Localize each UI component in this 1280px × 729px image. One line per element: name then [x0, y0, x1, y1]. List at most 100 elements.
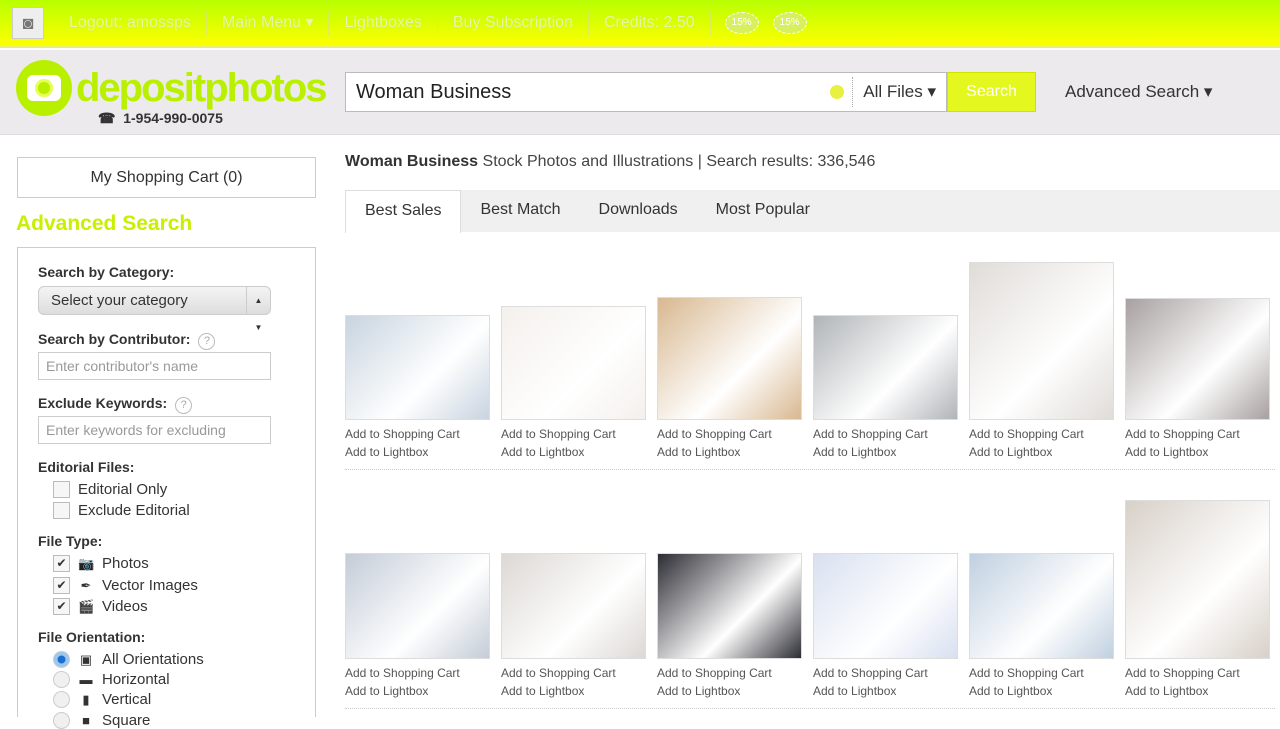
photo-actions: Add to Shopping Cart Add to Lightbox [1125, 664, 1270, 700]
photo-actions: Add to Shopping Cart Add to Lightbox [501, 664, 646, 700]
clapper-icon: 🎬 [78, 598, 95, 614]
add-to-cart-link[interactable]: Add to Shopping Cart [813, 425, 958, 443]
add-to-cart-link[interactable]: Add to Shopping Cart [1125, 425, 1270, 443]
photo-actions: Add to Shopping Cart Add to Lightbox [345, 664, 490, 700]
file-type-dropdown[interactable]: All Files ▾ [852, 77, 946, 107]
phone-number: ☎ 1-954-990-0075 [98, 110, 223, 126]
stock-photo-thumbnail[interactable] [657, 297, 802, 420]
top-bar: ◙ Logout: amossps Main Menu ▾ Lightboxes… [0, 0, 1280, 48]
category-select[interactable]: Select your category ▲ ▼ [38, 286, 271, 332]
credits: Credits: 2.50 [589, 11, 711, 35]
photo-actions: Add to Shopping Cart Add to Lightbox [1125, 425, 1270, 461]
add-to-cart-link[interactable]: Add to Shopping Cart [1125, 664, 1270, 682]
camera-logo-icon [16, 60, 72, 116]
tab-best-sales[interactable]: Best Sales [345, 190, 462, 233]
stock-photo-thumbnail[interactable] [345, 315, 490, 420]
exclude-keywords-input[interactable]: Enter keywords for excluding [38, 416, 271, 444]
add-to-cart-link[interactable]: Add to Shopping Cart [813, 664, 958, 682]
logout-link[interactable]: Logout: amossps [54, 11, 207, 35]
stock-photo-thumbnail[interactable] [813, 315, 958, 420]
add-to-cart-link[interactable]: Add to Shopping Cart [501, 425, 646, 443]
stock-photo-thumbnail[interactable] [1125, 500, 1270, 659]
stock-photo-thumbnail[interactable] [969, 262, 1114, 420]
all-orient-icon: ▣ [79, 651, 93, 667]
discount-badge[interactable]: 15% [772, 12, 807, 34]
help-icon[interactable]: ? [175, 397, 193, 414]
advanced-search-panel: Search by Category: Select your category… [17, 247, 316, 729]
photos-checkbox[interactable]: ✔ 📷 Photos [53, 555, 149, 572]
phone-icon: ☎ [98, 110, 116, 126]
add-to-lightbox-link[interactable]: Add to Lightbox [657, 682, 802, 700]
editorial-label: Editorial Files: [38, 459, 135, 475]
home-icon[interactable]: ◙ [12, 7, 44, 39]
logo[interactable]: depositphotos [16, 60, 328, 116]
photo-actions: Add to Shopping Cart Add to Lightbox [813, 425, 958, 461]
search-input[interactable]: Woman Business All Files ▾ [345, 72, 947, 112]
contributor-input[interactable]: Enter contributor's name [38, 352, 271, 380]
add-to-cart-link[interactable]: Add to Shopping Cart [969, 425, 1114, 443]
add-to-lightbox-link[interactable]: Add to Lightbox [813, 443, 958, 461]
discount-badge[interactable]: 15% [724, 12, 759, 34]
add-to-cart-link[interactable]: Add to Shopping Cart [657, 664, 802, 682]
advanced-search-dropdown[interactable]: Advanced Search ▾ [1065, 82, 1212, 102]
add-to-lightbox-link[interactable]: Add to Lightbox [501, 443, 646, 461]
file-type-label: File Type: [38, 533, 103, 549]
stock-photo-thumbnail[interactable] [1125, 298, 1270, 420]
add-to-lightbox-link[interactable]: Add to Lightbox [1125, 682, 1270, 700]
videos-checkbox[interactable]: ✔ 🎬 Videos [53, 598, 148, 615]
add-to-cart-link[interactable]: Add to Shopping Cart [969, 664, 1114, 682]
add-to-lightbox-link[interactable]: Add to Lightbox [969, 682, 1114, 700]
results-title: Woman Business Stock Photos and Illustra… [345, 153, 876, 170]
orientation-label: File Orientation: [38, 629, 146, 645]
photo-actions: Add to Shopping Cart Add to Lightbox [345, 425, 490, 461]
square-radio[interactable]: ■ Square [53, 711, 150, 729]
add-to-lightbox-link[interactable]: Add to Lightbox [345, 682, 490, 700]
row-divider [345, 708, 1275, 709]
stock-photo-thumbnail[interactable] [657, 553, 802, 659]
add-to-cart-link[interactable]: Add to Shopping Cart [501, 664, 646, 682]
help-icon[interactable]: ? [198, 333, 216, 350]
horizontal-icon: ▬ [79, 672, 93, 687]
search-button[interactable]: Search [947, 72, 1036, 112]
editorial-only-checkbox[interactable]: Editorial Only [53, 481, 167, 498]
tab-downloads[interactable]: Downloads [580, 190, 697, 232]
advanced-search-title: Advanced Search [16, 212, 193, 235]
lightboxes-link[interactable]: Lightboxes [329, 11, 438, 35]
add-to-lightbox-link[interactable]: Add to Lightbox [813, 682, 958, 700]
photo-actions: Add to Shopping Cart Add to Lightbox [501, 425, 646, 461]
exclude-editorial-checkbox[interactable]: Exclude Editorial [53, 502, 190, 519]
add-to-lightbox-link[interactable]: Add to Lightbox [969, 443, 1114, 461]
add-to-lightbox-link[interactable]: Add to Lightbox [345, 443, 490, 461]
shopping-cart-button[interactable]: My Shopping Cart (0) [17, 157, 316, 198]
stock-photo-thumbnail[interactable] [813, 553, 958, 659]
vertical-radio[interactable]: ▮ Vertical [53, 691, 151, 708]
stock-photo-thumbnail[interactable] [969, 553, 1114, 659]
pen-icon: ✒ [80, 577, 92, 593]
updown-icon: ▲ ▼ [246, 287, 270, 332]
stock-photo-thumbnail[interactable] [501, 306, 646, 420]
main-menu[interactable]: Main Menu ▾ [207, 11, 330, 35]
photo-actions: Add to Shopping Cart Add to Lightbox [969, 664, 1114, 700]
stock-photo-thumbnail[interactable] [501, 553, 646, 659]
add-to-cart-link[interactable]: Add to Shopping Cart [345, 664, 490, 682]
square-icon: ■ [82, 712, 90, 728]
stock-photo-thumbnail[interactable] [345, 553, 490, 659]
row-divider [345, 469, 1275, 470]
add-to-cart-link[interactable]: Add to Shopping Cart [657, 425, 802, 443]
tab-most-popular[interactable]: Most Popular [697, 190, 829, 232]
add-to-cart-link[interactable]: Add to Shopping Cart [345, 425, 490, 443]
add-to-lightbox-link[interactable]: Add to Lightbox [657, 443, 802, 461]
photo-actions: Add to Shopping Cart Add to Lightbox [657, 664, 802, 700]
camera-icon: 📷 [78, 555, 95, 571]
contributor-label: Search by Contributor:? [38, 331, 216, 350]
add-to-lightbox-link[interactable]: Add to Lightbox [1125, 443, 1270, 461]
tab-best-match[interactable]: Best Match [461, 190, 579, 232]
vectors-checkbox[interactable]: ✔ ✒ Vector Images [53, 577, 198, 594]
horizontal-radio[interactable]: ▬ Horizontal [53, 671, 170, 688]
exclude-label: Exclude Keywords:? [38, 395, 193, 414]
add-to-lightbox-link[interactable]: Add to Lightbox [501, 682, 646, 700]
sort-tabs: Best Sales Best Match Downloads Most Pop… [345, 190, 1280, 233]
all-orientations-radio[interactable]: ▣ All Orientations [53, 651, 204, 668]
photo-actions: Add to Shopping Cart Add to Lightbox [969, 425, 1114, 461]
buy-subscription-link[interactable]: Buy Subscription [438, 11, 589, 35]
